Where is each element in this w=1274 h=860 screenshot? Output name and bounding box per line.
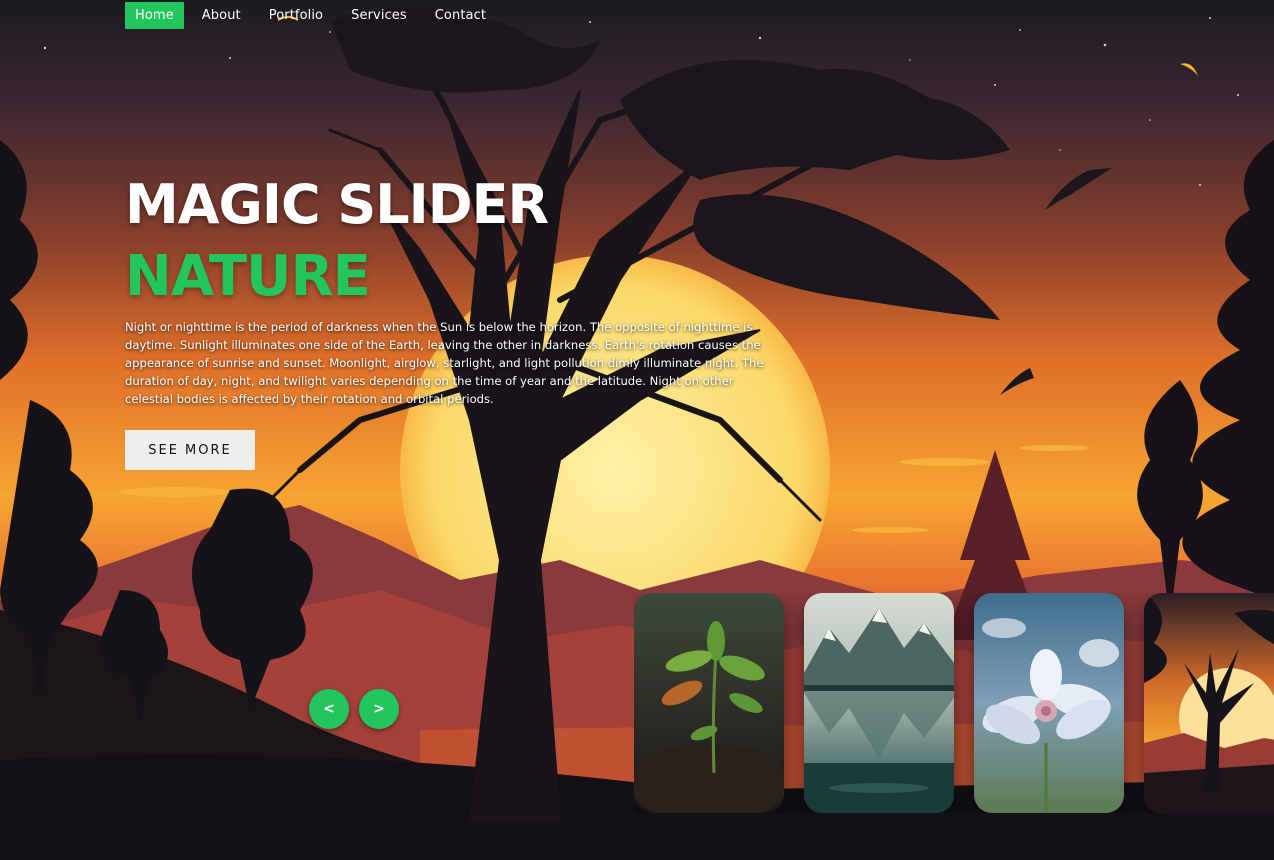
prev-slide-button[interactable]: < — [309, 689, 349, 729]
slider-arrows: < > — [309, 689, 399, 729]
nav-home-link[interactable]: Home — [125, 2, 184, 29]
nav-contact-link[interactable]: Contact — [425, 2, 496, 29]
nav-portfolio-link[interactable]: Portfolio — [259, 2, 333, 29]
hero-title: MAGIC SLIDER — [125, 173, 549, 236]
next-slide-button[interactable]: > — [359, 689, 399, 729]
thumbnail-sunset-tree[interactable] — [1144, 593, 1274, 813]
hero-topic: NATURE — [125, 244, 371, 309]
nav-about-link[interactable]: About — [192, 2, 251, 29]
sprout-thumbnail-image — [634, 593, 784, 813]
main-nav: Home About Portfolio Services Contact — [125, 2, 504, 29]
mountain-lake-thumbnail-image — [804, 593, 954, 813]
see-more-button[interactable]: SEE MORE — [125, 430, 255, 470]
hero-content: MAGIC SLIDER NATURE Night or nighttime i… — [125, 170, 775, 470]
nav-services-link[interactable]: Services — [341, 2, 417, 29]
sunset-tree-thumbnail-image — [1144, 593, 1274, 813]
hero-description: Night or nighttime is the period of dark… — [125, 320, 764, 406]
flower-thumbnail-image — [974, 593, 1124, 813]
thumbnail-mountain-lake[interactable] — [804, 593, 954, 813]
thumbnail-strip — [634, 593, 1274, 813]
thumbnail-sprout[interactable] — [634, 593, 784, 813]
thumbnail-flower[interactable] — [974, 593, 1124, 813]
